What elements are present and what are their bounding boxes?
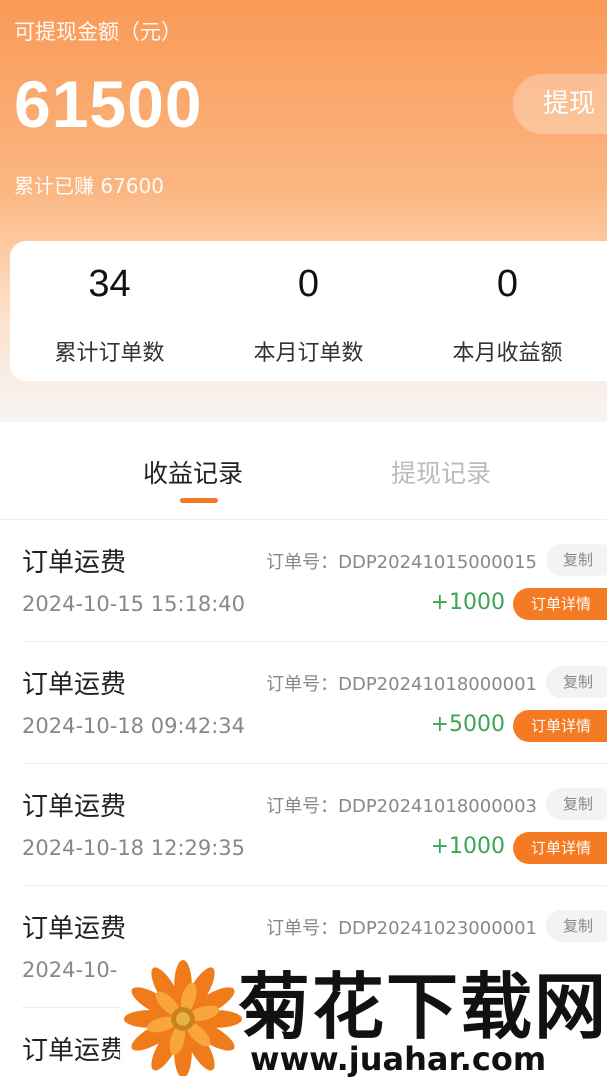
stat-label: 累计订单数: [54, 341, 165, 366]
watermark-url: www.juahar.com: [250, 1040, 547, 1078]
record-title: 订单运费: [22, 670, 127, 700]
record-title: 订单运费: [22, 548, 127, 578]
order-detail-button[interactable]: 订单详情: [513, 710, 607, 742]
flower-logo-icon: [124, 959, 242, 1076]
stat-label: 本月收益额: [452, 341, 563, 366]
stat-total-orders: 34 累计订单数: [10, 241, 209, 381]
record-time: 2024-10-18 09:42:34: [22, 714, 246, 738]
total-earned: 累计已赚 67600: [14, 174, 164, 198]
record-time: 2024-10-18 12:29:35: [22, 836, 246, 860]
tab-income-records[interactable]: 收益记录: [143, 454, 243, 490]
balance-label: 可提现金额（元）: [14, 20, 182, 44]
record-title: 订单运费: [22, 1036, 127, 1066]
record-row: 订单运费 订单号：DDP20241015000015 复制 2024-10-15…: [0, 520, 607, 642]
record-row: 订单运费 订单号：DDP20241018000001 复制 2024-10-18…: [0, 642, 607, 764]
active-tab-indicator: [180, 498, 218, 503]
order-detail-button[interactable]: 订单详情: [513, 832, 607, 864]
record-amount: +1000: [430, 590, 505, 615]
watermark-name: 菊花下载网: [238, 965, 607, 1049]
balance-amount: 61500: [14, 67, 203, 141]
tab-withdraw-records[interactable]: 提现记录: [391, 454, 491, 490]
stat-month-income: 0 本月收益额: [408, 241, 607, 381]
record-time: 2024-10-15 15:18:40: [22, 592, 246, 616]
order-detail-button[interactable]: 订单详情: [513, 588, 607, 620]
copy-button[interactable]: 复制: [546, 666, 607, 698]
record-row: 订单运费 订单号：DDP20241018000003 复制 2024-10-18…: [0, 764, 607, 886]
withdraw-button[interactable]: 提现: [513, 74, 607, 134]
record-tabs: 收益记录 提现记录: [0, 422, 607, 520]
record-time: 2024-10-: [22, 958, 118, 982]
record-amount: +5000: [430, 712, 505, 737]
copy-button[interactable]: 复制: [546, 544, 607, 576]
order-number: 订单号：DDP20241018000001: [266, 674, 537, 695]
watermark-overlay: 菊花下载网 www.juahar.com: [120, 944, 607, 1080]
record-title: 订单运费: [22, 792, 127, 822]
order-number: 订单号：DDP20241015000015: [266, 552, 537, 573]
order-number: 订单号：DDP20241018000003: [266, 796, 537, 817]
stat-value: 0: [496, 263, 519, 305]
stats-card: 34 累计订单数 0 本月订单数 0 本月收益额: [10, 241, 607, 381]
stat-value: 0: [297, 263, 320, 305]
copy-button[interactable]: 复制: [546, 910, 607, 942]
stat-month-orders: 0 本月订单数: [209, 241, 408, 381]
record-amount: +1000: [430, 834, 505, 859]
copy-button[interactable]: 复制: [546, 788, 607, 820]
order-number: 订单号：DDP20241023000001: [266, 918, 537, 939]
stat-label: 本月订单数: [253, 341, 364, 366]
record-title: 订单运费: [22, 914, 127, 944]
stat-value: 34: [88, 263, 131, 305]
